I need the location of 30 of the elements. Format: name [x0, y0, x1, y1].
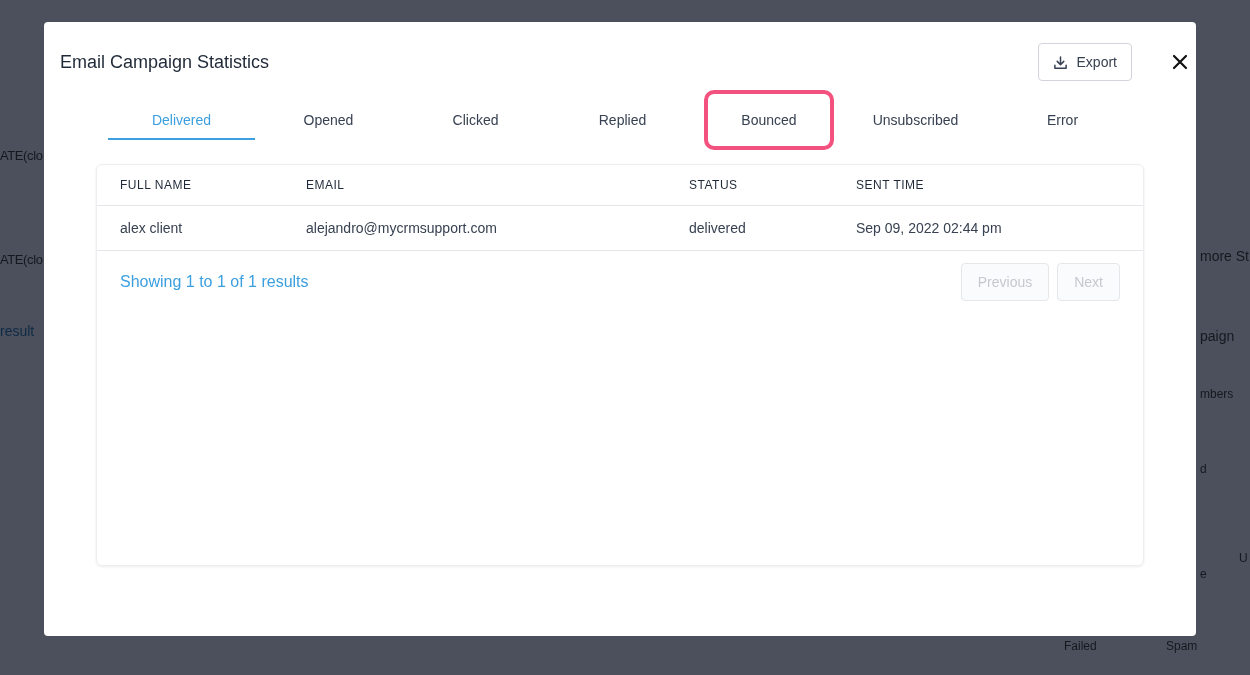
- dialog-title: Email Campaign Statistics: [60, 51, 271, 73]
- background-text: result: [0, 323, 35, 339]
- background-text: Spam: [1166, 639, 1198, 653]
- background-text: mbers: [1200, 387, 1234, 401]
- background-text: paign: [1200, 328, 1235, 344]
- export-button[interactable]: Export: [1037, 43, 1132, 81]
- tab[interactable]: Bounced: [704, 90, 834, 150]
- column-header: FULL NAME: [120, 178, 193, 192]
- background-text: U: [1239, 551, 1248, 565]
- table-cell-text: alex client: [120, 220, 184, 236]
- background-text: e: [1200, 567, 1207, 581]
- background-text: d: [1200, 462, 1207, 476]
- table-cell-text: alejandro@mycrmsupport.com: [306, 220, 498, 236]
- tab[interactable]: Unsubscribed: [842, 102, 989, 140]
- column-header: SENT TIME: [856, 178, 926, 192]
- background-text: ATE(clo: [0, 252, 43, 267]
- table-cell-text: Sep 09, 2022 02:44 pm: [856, 220, 1003, 236]
- tab[interactable]: Opened: [255, 102, 402, 140]
- column-header: EMAIL: [306, 178, 346, 192]
- tab[interactable]: Clicked: [402, 102, 549, 140]
- background-text: more St: [1200, 248, 1249, 264]
- results-summary: Showing 1 to 1 of 1 results: [120, 273, 309, 291]
- download-icon: [1052, 54, 1068, 70]
- background-text: ATE(clo: [0, 148, 43, 163]
- tab[interactable]: Error: [989, 102, 1136, 140]
- table-cell-text: delivered: [689, 220, 747, 236]
- background-text: Failed: [1064, 639, 1097, 653]
- close-icon[interactable]: [1172, 54, 1188, 70]
- tab[interactable]: Replied: [549, 102, 696, 140]
- column-header: STATUS: [689, 178, 739, 192]
